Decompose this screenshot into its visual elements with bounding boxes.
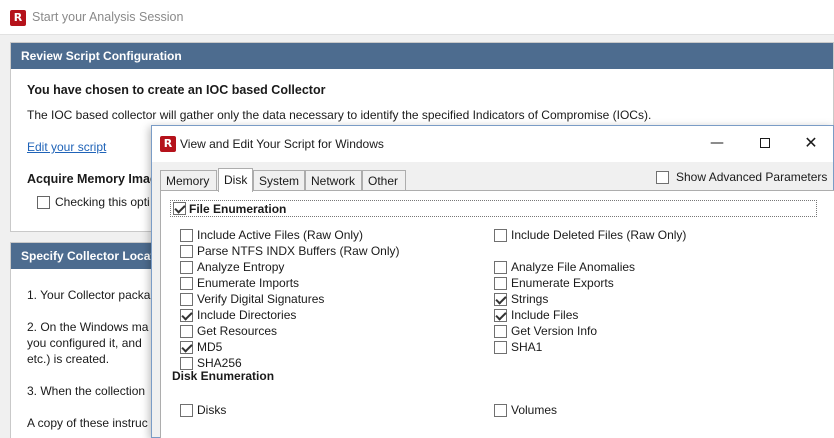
acquire-memory-checkbox-label: Checking this opti	[55, 195, 150, 209]
include-active-files-checkbox[interactable]	[180, 229, 193, 242]
sha1-label: SHA1	[511, 340, 543, 354]
enumerate-imports-checkbox[interactable]	[180, 277, 193, 290]
tab-memory[interactable]: Memory	[160, 170, 217, 191]
analyze-file-anomalies-label: Analyze File Anomalies	[511, 260, 636, 274]
edit-script-link[interactable]: Edit your script	[27, 140, 106, 154]
get-version-info-label: Get Version Info	[511, 324, 598, 338]
show-advanced-label: Show Advanced Parameters	[676, 170, 828, 184]
md5-checkbox[interactable]	[180, 341, 193, 354]
file-enumeration-group[interactable]: File Enumeration	[170, 200, 817, 217]
disks-checkbox[interactable]	[180, 404, 193, 417]
analyze-file-anomalies-checkbox[interactable]	[494, 261, 507, 274]
location-step-2-line-2: you configured it, and	[27, 336, 142, 350]
strings-label: Strings	[511, 292, 549, 306]
get-resources-checkbox[interactable]	[180, 325, 193, 338]
main-titlebar: R Start your Analysis Session	[0, 0, 834, 35]
parse-ntfs-indx-checkbox[interactable]	[180, 245, 193, 258]
collector-heading: You have chosen to create an IOC based C…	[27, 83, 326, 97]
analyze-entropy-checkbox[interactable]	[180, 261, 193, 274]
dialog-logo-icon: R	[160, 136, 176, 152]
disks-label: Disks	[197, 403, 227, 417]
minimize-button[interactable]: —	[694, 126, 740, 160]
acquire-memory-heading: Acquire Memory Imag	[27, 172, 158, 186]
enumerate-exports-label: Enumerate Exports	[511, 276, 614, 290]
edit-script-dialog: R View and Edit Your Script for Windows …	[151, 125, 834, 438]
file-enumeration-label: File Enumeration	[189, 202, 287, 216]
tab-system[interactable]: System	[253, 170, 305, 191]
dialog-title: View and Edit Your Script for Windows	[180, 137, 384, 151]
show-advanced-checkbox[interactable]	[656, 171, 669, 184]
review-panel-header: Review Script Configuration	[11, 43, 833, 69]
get-resources-label: Get Resources	[197, 324, 278, 338]
include-files-label: Include Files	[511, 308, 579, 322]
tab-disk[interactable]: Disk	[218, 168, 253, 192]
strings-checkbox[interactable]	[494, 293, 507, 306]
tab-network[interactable]: Network	[305, 170, 362, 191]
md5-label: MD5	[197, 340, 223, 354]
enumerate-imports-label: Enumerate Imports	[197, 276, 300, 290]
maximize-icon	[760, 138, 770, 148]
sha1-checkbox[interactable]	[494, 341, 507, 354]
location-step-3: 3. When the collection	[27, 384, 146, 398]
volumes-label: Volumes	[511, 403, 558, 417]
disk-tab-panel: File Enumeration Include Active Files (R…	[160, 190, 834, 438]
window-title: Start your Analysis Session	[32, 10, 184, 24]
enumerate-exports-checkbox[interactable]	[494, 277, 507, 290]
include-active-files-label: Include Active Files (Raw Only)	[197, 228, 364, 242]
close-button[interactable]: ✕	[788, 126, 834, 160]
volumes-checkbox[interactable]	[494, 404, 507, 417]
disk-enumeration-heading: Disk Enumeration	[172, 369, 275, 383]
include-files-checkbox[interactable]	[494, 309, 507, 322]
verify-digital-signatures-checkbox[interactable]	[180, 293, 193, 306]
verify-digital-signatures-label: Verify Digital Signatures	[197, 292, 325, 306]
include-deleted-files-label: Include Deleted Files (Raw Only)	[511, 228, 687, 242]
include-directories-label: Include Directories	[197, 308, 297, 322]
include-deleted-files-checkbox[interactable]	[494, 229, 507, 242]
include-directories-checkbox[interactable]	[180, 309, 193, 322]
collector-description: The IOC based collector will gather only…	[27, 108, 652, 122]
location-copy-note: A copy of these instruc	[27, 416, 148, 430]
analyze-entropy-label: Analyze Entropy	[197, 260, 285, 274]
file-enumeration-checkbox[interactable]	[173, 202, 186, 215]
acquire-memory-checkbox[interactable]	[37, 196, 50, 209]
sha256-label: SHA256	[197, 356, 242, 370]
get-version-info-checkbox[interactable]	[494, 325, 507, 338]
location-step-1: 1. Your Collector packa	[27, 288, 151, 302]
location-step-2-line-3: etc.) is created.	[27, 352, 110, 366]
dialog-titlebar[interactable]: R View and Edit Your Script for Windows …	[152, 126, 833, 162]
tab-other[interactable]: Other	[362, 170, 406, 191]
parse-ntfs-indx-label: Parse NTFS INDX Buffers (Raw Only)	[197, 244, 400, 258]
location-step-2-line-1: 2. On the Windows ma	[27, 320, 149, 334]
maximize-button[interactable]	[742, 126, 788, 160]
app-logo-icon: R	[10, 10, 26, 26]
